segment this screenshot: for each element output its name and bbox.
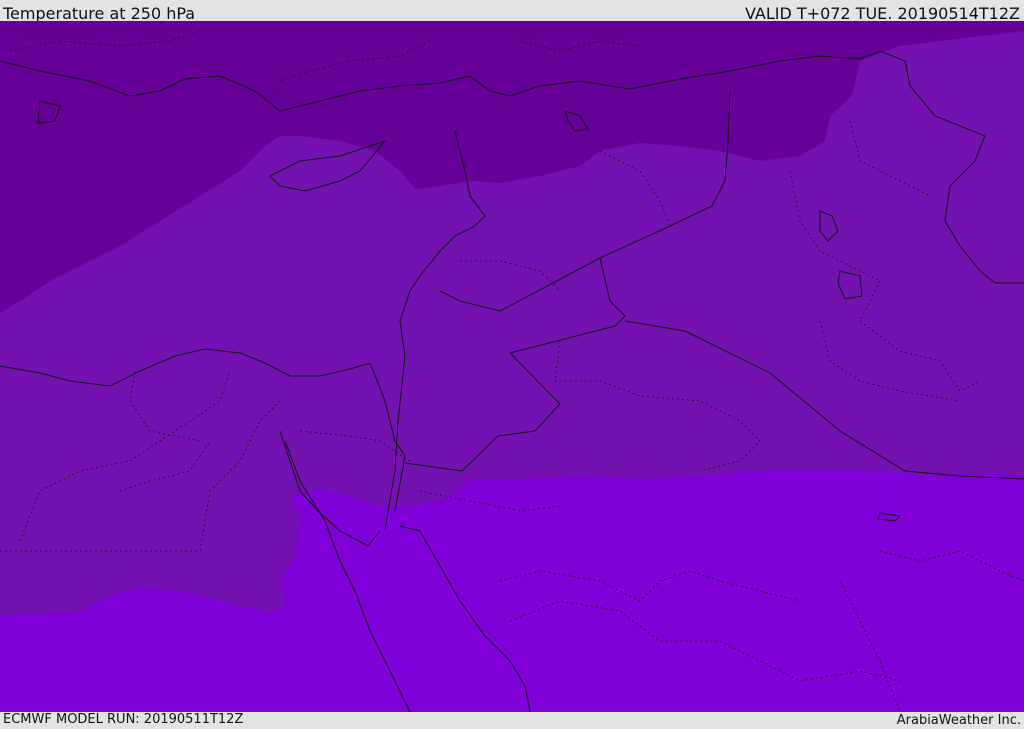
- map-footer: ECMWF MODEL RUN: 20190511T12Z ArabiaWeat…: [0, 712, 1024, 729]
- map-header: Temperature at 250 hPa VALID T+072 TUE. …: [0, 0, 1024, 23]
- map-canvas: [0, 21, 1024, 712]
- temperature-map[interactable]: [0, 21, 1024, 712]
- model-run-label: ECMWF MODEL RUN: 20190511T12Z: [3, 712, 244, 727]
- credit-label: ArabiaWeather Inc.: [896, 713, 1021, 728]
